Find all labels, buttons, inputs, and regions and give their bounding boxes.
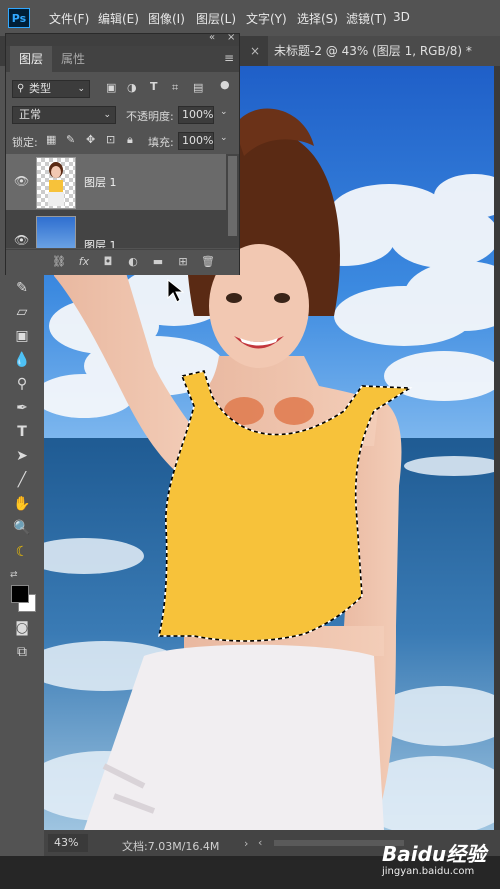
- lock-transparent-icon[interactable]: ▦: [46, 133, 56, 146]
- layer-name[interactable]: 图层 1: [84, 237, 117, 248]
- layer-style-fx-icon[interactable]: fx: [76, 255, 92, 269]
- menu-filter[interactable]: 滤镜(T): [346, 10, 387, 27]
- close-tab-icon[interactable]: ×: [250, 44, 260, 58]
- banana-icon[interactable]: ☾: [12, 542, 32, 562]
- fill-field[interactable]: 100%: [178, 132, 214, 150]
- search-icon: ⚲: [17, 83, 25, 94]
- layer-name[interactable]: 图层 1: [84, 174, 117, 190]
- baidu-watermark-url: jingyan.baidu.com: [382, 866, 475, 877]
- swap-colors-icon[interactable]: ⇄: [10, 570, 18, 580]
- filter-shape-icon[interactable]: ⌗: [172, 81, 178, 95]
- status-arrow-icon[interactable]: ›: [244, 837, 248, 850]
- document-tab[interactable]: 未标题-2 @ 43% (图层 1, RGB/8) *: [268, 36, 500, 66]
- layers-panel-footer: ⛓ fx ◘ ◐ ▬ ⊞ 🗑︎: [6, 249, 239, 275]
- menu-3d[interactable]: 3D: [393, 10, 410, 24]
- layer-row-selected[interactable]: 👁︎ 图层 1: [6, 154, 226, 210]
- layer-row[interactable]: 👁︎ 图层 1: [6, 213, 226, 248]
- menu-image[interactable]: 图像(I): [148, 10, 185, 27]
- filter-pixel-icon[interactable]: ▣: [106, 81, 116, 94]
- menu-edit[interactable]: 编辑(E): [98, 10, 139, 27]
- menu-file[interactable]: 文件(F): [49, 10, 89, 27]
- chevron-down-icon[interactable]: ⌄: [220, 133, 228, 143]
- add-mask-icon[interactable]: ◘: [100, 255, 116, 269]
- type-icon[interactable]: T: [12, 422, 32, 442]
- gradient-icon[interactable]: ▣: [12, 326, 32, 346]
- new-group-icon[interactable]: ▬: [150, 255, 166, 269]
- quick-mask-icon[interactable]: ◙: [12, 618, 32, 638]
- screen-mode-icon[interactable]: ⧉: [12, 642, 32, 662]
- eye-visibility-icon[interactable]: 👁︎: [14, 233, 29, 247]
- vertical-scrollbar[interactable]: [494, 66, 500, 830]
- fill-label: 填充:: [148, 136, 174, 149]
- filter-adjustment-icon[interactable]: ◑: [127, 81, 137, 94]
- chevron-down-icon[interactable]: ⌄: [220, 107, 228, 117]
- scroll-left-icon[interactable]: ‹: [258, 836, 266, 850]
- layers-scrollbar[interactable]: [228, 156, 237, 236]
- new-layer-icon[interactable]: ⊞: [175, 255, 191, 269]
- menu-type[interactable]: 文字(Y): [246, 10, 287, 27]
- path-selection-icon[interactable]: ➤: [12, 446, 32, 466]
- lock-artboard-icon[interactable]: ⊡: [106, 133, 115, 146]
- brush-icon[interactable]: ✎: [12, 278, 32, 298]
- line-icon[interactable]: ╱: [12, 470, 32, 490]
- filter-smart-object-icon[interactable]: ▤: [193, 81, 203, 94]
- close-panel-icon[interactable]: ×: [227, 32, 235, 43]
- panel-menu-icon[interactable]: ≡: [224, 51, 234, 65]
- blend-mode-select[interactable]: 正常 ⌄: [12, 106, 116, 124]
- eye-visibility-icon[interactable]: 👁︎: [14, 174, 29, 188]
- lock-all-icon[interactable]: 🔒︎: [127, 133, 133, 147]
- foreground-color-swatch[interactable]: [11, 585, 29, 603]
- panel-header[interactable]: « ×: [6, 32, 239, 46]
- pen-icon[interactable]: ✒: [12, 398, 32, 418]
- layers-panel: « × 图层 属性 ≡ ⚲ 类型 ⌄ ▣ ◑ T ⌗ ▤ ● 正常 ⌄ 不透明度…: [5, 32, 240, 275]
- dodge-icon[interactable]: ⚲: [12, 374, 32, 394]
- zoom-level-field[interactable]: 43%: [48, 834, 88, 852]
- lock-position-icon[interactable]: ✥: [86, 133, 95, 146]
- tab-layers[interactable]: 图层: [10, 46, 53, 72]
- eraser-icon[interactable]: ▱: [12, 302, 32, 322]
- filter-type-icon[interactable]: T: [150, 80, 158, 93]
- layer-thumbnail-image: [48, 162, 64, 206]
- opacity-label: 不透明度:: [126, 110, 174, 123]
- blur-icon[interactable]: 💧: [12, 350, 32, 370]
- lock-pixels-icon[interactable]: ✎: [66, 133, 75, 146]
- opacity-field[interactable]: 100%: [178, 106, 214, 124]
- link-layers-icon[interactable]: ⛓: [51, 255, 67, 269]
- zoom-icon[interactable]: 🔍: [12, 518, 32, 538]
- menu-bar: Ps 文件(F) 编辑(E) 图像(I) 图层(L) 文字(Y) 选择(S) 滤…: [0, 0, 500, 36]
- layer-filter-select[interactable]: ⚲ 类型 ⌄: [12, 80, 90, 98]
- menu-select[interactable]: 选择(S): [297, 10, 338, 27]
- hand-icon[interactable]: ✋: [12, 494, 32, 514]
- document-size-info: 文档:7.03M/16.4M: [122, 840, 220, 853]
- filter-toggle-icon[interactable]: ●: [220, 78, 230, 91]
- tab-properties[interactable]: 属性: [52, 46, 94, 72]
- layer-thumbnail: [36, 216, 76, 248]
- layer-thumbnail: [36, 157, 76, 209]
- chevron-down-icon: ⌄: [103, 110, 111, 120]
- delete-layer-icon[interactable]: 🗑︎: [200, 255, 216, 269]
- lock-label: 锁定:: [12, 136, 38, 149]
- layers-list: 👁︎ 图层 1 👁︎ 图层 1: [6, 154, 239, 248]
- adjustment-layer-icon[interactable]: ◐: [125, 255, 141, 269]
- photoshop-logo-icon[interactable]: Ps: [8, 8, 30, 28]
- chevron-down-icon: ⌄: [77, 84, 85, 94]
- filter-kind-label: 类型: [29, 82, 51, 95]
- collapse-panel-icon[interactable]: «: [209, 32, 215, 43]
- menu-layer[interactable]: 图层(L): [196, 10, 236, 27]
- baidu-watermark-logo: Baidu经验: [382, 842, 487, 866]
- blend-mode-value: 正常: [19, 108, 41, 121]
